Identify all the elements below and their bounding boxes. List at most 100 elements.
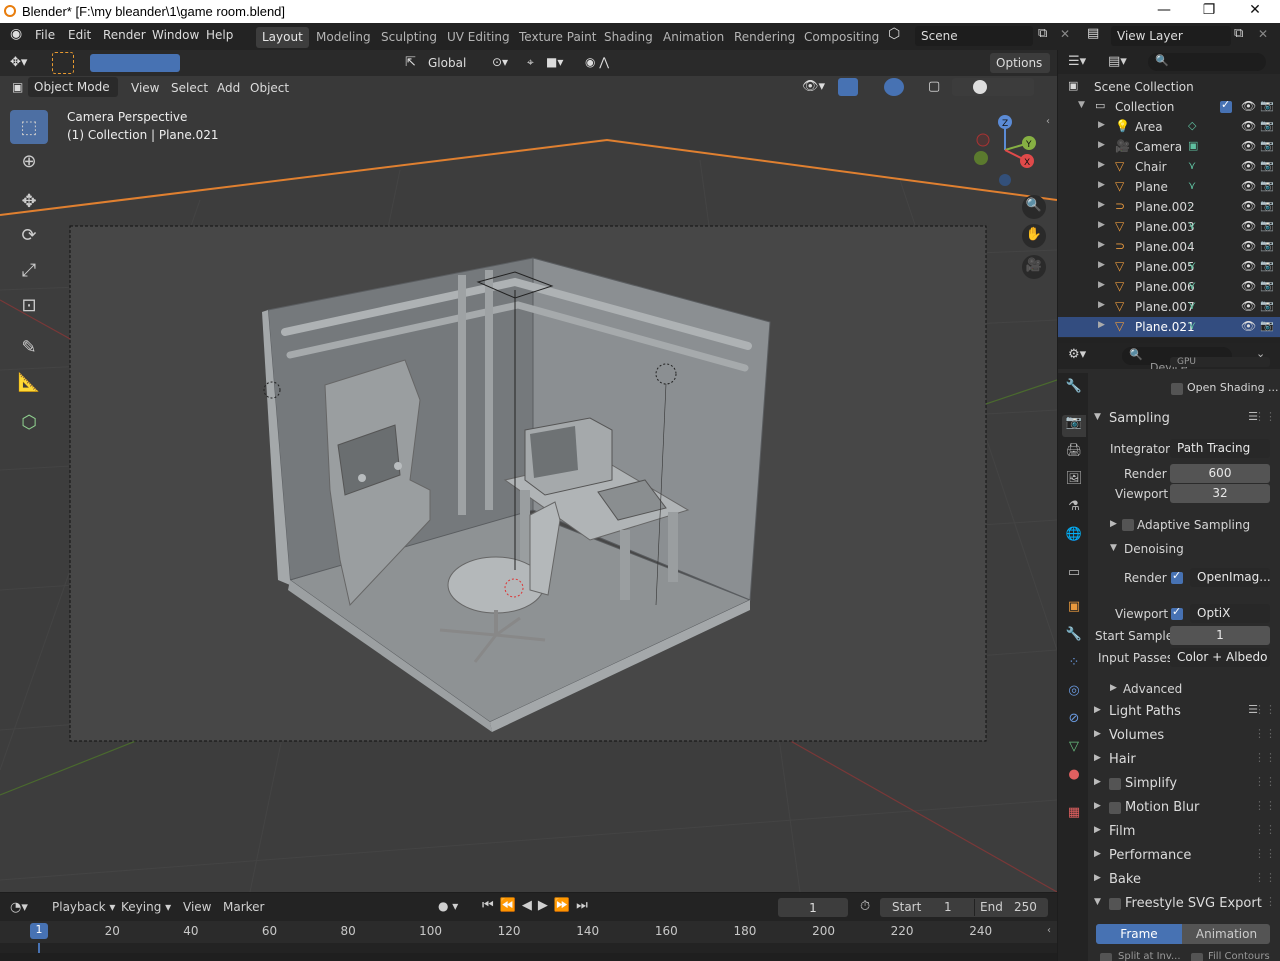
timeline-scrollbar[interactable] xyxy=(0,953,1057,961)
drag-grip-icon[interactable]: ⋮⋮ xyxy=(1254,895,1276,908)
menu-render[interactable]: Render xyxy=(103,28,146,42)
editor-type-icon[interactable]: ✥▾ xyxy=(10,55,27,70)
render-camera-icon[interactable]: 📷 xyxy=(1260,139,1274,152)
collection-checkbox[interactable] xyxy=(1220,98,1232,113)
expand-arrow-icon[interactable]: ▶ xyxy=(1098,120,1105,130)
material-tab-icon[interactable]: ● xyxy=(1062,767,1086,789)
open-shading-checkbox[interactable] xyxy=(1171,383,1183,395)
outliner-collection[interactable]: ▼ ▭ Collection 👁 📷 xyxy=(1058,97,1280,117)
denoise-viewport-dropdown[interactable]: OptiX xyxy=(1190,604,1270,623)
end-field[interactable]: 250 xyxy=(1014,900,1037,914)
collection-tab-icon[interactable]: ▭ xyxy=(1062,565,1086,587)
panel-header-hair[interactable]: ▶ Hair ⋮⋮ xyxy=(1088,748,1280,772)
drag-grip-icon[interactable]: ⋮⋮ xyxy=(1254,410,1276,423)
timeline-ruler[interactable]: 20 40 60 80 100 120 140 160 180 200 220 240 1 ‹ xyxy=(0,921,1057,943)
expand-arrow-icon[interactable]: ▶ xyxy=(1098,140,1105,150)
outliner-item[interactable]: ▶ ▽ Plane.005 ⋎ 👁 📷 xyxy=(1058,257,1280,277)
selection-mode-buttons[interactable] xyxy=(90,54,180,72)
options-dropdown[interactable]: Options xyxy=(990,53,1050,73)
new-view-layer-icon[interactable]: ⧉ xyxy=(1234,26,1243,41)
render-camera-icon[interactable]: 📷 xyxy=(1260,239,1274,252)
texture-tab-icon[interactable]: ▦ xyxy=(1062,805,1086,827)
render-camera-icon[interactable]: 📷 xyxy=(1260,299,1274,312)
menu-help[interactable]: Help xyxy=(206,28,233,42)
properties-editor-icon[interactable]: ⚙▾ xyxy=(1068,347,1086,362)
measure-tool-icon[interactable]: 📐 xyxy=(10,365,48,399)
freestyle-frame-button[interactable]: Frame xyxy=(1096,924,1182,944)
timeline-editor-icon[interactable]: ◔▾ xyxy=(10,900,28,915)
integrator-dropdown[interactable]: Path Tracing xyxy=(1170,439,1270,458)
constraints-tab-icon[interactable]: ⊘ xyxy=(1062,711,1086,733)
tab-layout[interactable]: Layout xyxy=(256,27,309,48)
scale-tool-icon[interactable]: ⤢ xyxy=(10,253,48,287)
world-tab-icon[interactable]: 🌐 xyxy=(1062,527,1086,549)
object-tab-icon[interactable]: ▣ xyxy=(1062,599,1086,621)
start-sample-field[interactable]: 1 xyxy=(1170,626,1270,645)
active-tool-icon[interactable] xyxy=(52,52,74,74)
menu-marker[interactable]: Marker xyxy=(223,900,264,914)
rotate-tool-icon[interactable]: ⟳ xyxy=(10,218,48,252)
panel-checkbox[interactable] xyxy=(1109,802,1121,814)
panel-checkbox[interactable] xyxy=(1109,898,1121,910)
playback-controls[interactable]: ⏮⏪◀▶⏩⏭ xyxy=(482,898,594,913)
scene-tab-icon[interactable]: ⚗ xyxy=(1062,499,1086,521)
tab-sculpting[interactable]: Sculpting xyxy=(375,27,443,48)
current-frame-field[interactable]: 1 xyxy=(778,898,848,917)
eye-icon[interactable]: 👁 xyxy=(1241,219,1256,233)
transform-tool-icon[interactable]: ⊡ xyxy=(10,288,48,322)
tab-texture-paint[interactable]: Texture Paint xyxy=(513,27,602,48)
pivot-icon[interactable]: ⊙▾ xyxy=(492,55,508,69)
view-layer-icon[interactable]: ▤ xyxy=(1087,26,1099,41)
render-camera-icon[interactable]: 📷 xyxy=(1260,179,1274,192)
menu-view[interactable]: View xyxy=(131,81,159,95)
render-camera-icon[interactable]: 📷 xyxy=(1260,99,1274,112)
outliner-editor-icon[interactable]: ☰▾ xyxy=(1068,54,1086,69)
expand-arrow-icon[interactable]: ▶ xyxy=(1098,320,1105,330)
outliner-item[interactable]: ▶ ▽ Plane.021 ⋎ 👁 📷 xyxy=(1058,317,1280,337)
expand-arrow-icon[interactable]: ▶ xyxy=(1098,300,1105,310)
expand-arrow-icon[interactable]: ▶ xyxy=(1098,220,1105,230)
visibility-icon[interactable]: 👁▾ xyxy=(802,79,825,94)
menu-add[interactable]: Add xyxy=(217,81,240,95)
tab-rendering[interactable]: Rendering xyxy=(728,27,801,48)
eye-icon[interactable]: 👁 xyxy=(1241,119,1256,133)
panel-checkbox[interactable] xyxy=(1109,778,1121,790)
outliner-item[interactable]: ▶ ▽ Chair ⋎ 👁 📷 xyxy=(1058,157,1280,177)
device-dropdown-cut[interactable]: GPU xyxy=(1170,357,1270,367)
expand-arrow-icon[interactable]: ▶ xyxy=(1098,280,1105,290)
output-tab-icon[interactable]: 🖨 xyxy=(1062,443,1086,465)
blender-menu-icon[interactable]: ◉ xyxy=(10,26,22,42)
view-layer-field[interactable]: View Layer xyxy=(1111,26,1231,46)
drag-grip-icon[interactable]: ⋮⋮ xyxy=(1254,823,1276,836)
outliner-item[interactable]: ▶ 💡 Area ◇ 👁 📷 xyxy=(1058,117,1280,137)
menu-select[interactable]: Select xyxy=(171,81,208,95)
gizmo-toggle-icon[interactable] xyxy=(838,78,858,96)
denoising-arrow-icon[interactable]: ▼ xyxy=(1110,543,1117,553)
outliner-item[interactable]: ▶ ▽ Plane.006 ⋎ 👁 📷 xyxy=(1058,277,1280,297)
eye-icon[interactable]: 👁 xyxy=(1241,319,1256,333)
render-camera-icon[interactable]: 📷 xyxy=(1260,119,1274,132)
camera-view-icon[interactable]: 🎥 xyxy=(1022,255,1046,279)
menu-timeline-view[interactable]: View xyxy=(183,900,211,914)
drag-grip-icon[interactable]: ⋮⋮ xyxy=(1254,703,1276,716)
overlay-toggle-icon[interactable] xyxy=(884,78,904,96)
add-cube-tool-icon[interactable]: ⬡ xyxy=(10,405,48,439)
tab-uv-editing[interactable]: UV Editing xyxy=(441,27,516,48)
eye-icon[interactable]: 👁 xyxy=(1241,179,1256,193)
expand-arrow-icon[interactable]: ▶ xyxy=(1098,240,1105,250)
drag-grip-icon[interactable]: ⋮⋮ xyxy=(1254,847,1276,860)
new-scene-icon[interactable]: ⧉ xyxy=(1038,26,1047,41)
remove-view-layer-icon[interactable]: ✕ xyxy=(1258,27,1268,41)
drag-grip-icon[interactable]: ⋮⋮ xyxy=(1254,751,1276,764)
pan-hand-icon[interactable]: ✋ xyxy=(1022,224,1046,248)
adaptive-sampling-checkbox[interactable] xyxy=(1122,519,1134,531)
advanced-arrow-icon[interactable]: ▶ xyxy=(1110,683,1117,693)
tab-animation[interactable]: Animation xyxy=(657,27,730,48)
render-camera-icon[interactable]: 📷 xyxy=(1260,259,1274,272)
display-mode-icon[interactable]: ▤▾ xyxy=(1108,54,1127,69)
expand-arrow-icon[interactable]: ▶ xyxy=(1098,260,1105,270)
drag-grip-icon[interactable]: ⋮⋮ xyxy=(1254,775,1276,788)
panel-header-freestyle-svg-export[interactable]: ▼ Freestyle SVG Export ⋮⋮ xyxy=(1088,892,1280,916)
record-icon[interactable]: ● ▾ xyxy=(438,899,458,913)
stopwatch-icon[interactable]: ⏱ xyxy=(860,899,870,914)
